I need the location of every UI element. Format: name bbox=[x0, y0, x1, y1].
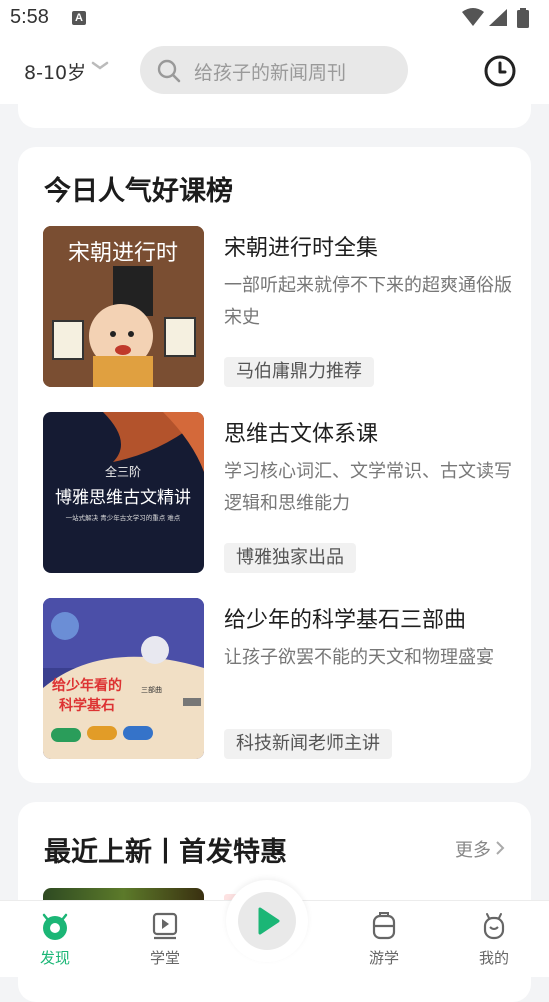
chevron-right-icon bbox=[495, 840, 505, 861]
notification-icon: A bbox=[72, 11, 86, 25]
tab-label: 学堂 bbox=[149, 949, 180, 967]
course-cover: 全三阶 博雅思维古文精讲 一站式解决 青少年古文学习的重点 难点 bbox=[43, 412, 204, 573]
search-icon bbox=[156, 58, 182, 88]
section-title: 今日人气好课榜 bbox=[44, 176, 233, 207]
course-title: 宋朝进行时全集 bbox=[224, 236, 379, 261]
status-bar: 5:58 A bbox=[0, 0, 549, 36]
course-tag: 博雅独家出品 bbox=[224, 543, 356, 573]
cover-title: 博雅思维古文精讲 bbox=[55, 488, 191, 508]
tab-label: 我的 bbox=[478, 949, 509, 967]
course-tag: 马伯庸鼎力推荐 bbox=[224, 357, 374, 387]
course-description: 让孩子欲罢不能的天文和物理盛宴 bbox=[224, 647, 494, 668]
play-button[interactable] bbox=[238, 892, 296, 950]
status-icons bbox=[461, 7, 541, 29]
status-time: 5:58 bbox=[10, 6, 49, 28]
course-description: 学习核心词汇、文学常识、古文读写逻辑和思维能力 bbox=[224, 461, 512, 514]
history-icon[interactable] bbox=[483, 54, 517, 92]
cover-title-line2: 科学基石 bbox=[59, 697, 115, 714]
backpack-icon bbox=[372, 912, 396, 940]
tab-study-tour[interactable]: 游学 bbox=[349, 911, 419, 968]
age-filter-label: 8-10岁 bbox=[24, 62, 87, 84]
tab-school[interactable]: 学堂 bbox=[130, 911, 200, 968]
search-input[interactable]: 给孩子的新闻周刊 bbox=[140, 46, 408, 94]
top-header: 8-10岁 给孩子的新闻周刊 bbox=[0, 36, 549, 104]
cover-title: 宋朝进行时 bbox=[68, 241, 178, 266]
tab-label: 发现 bbox=[39, 949, 70, 967]
previous-card bbox=[18, 100, 531, 128]
wifi-signal-battery-icon bbox=[462, 8, 529, 28]
search-placeholder: 给孩子的新闻周刊 bbox=[194, 62, 347, 84]
chevron-down-icon bbox=[90, 56, 110, 81]
popular-courses-card: 今日人气好课榜 宋朝进行时 宋朝进行时全集 一部听起来就停不下来的超爽通俗版宋史… bbox=[18, 147, 531, 783]
section-title: 最近上新丨首发特惠 bbox=[44, 837, 287, 868]
tab-label: 游学 bbox=[368, 949, 399, 967]
course-cover: 给少年看的 科学基石 三部曲 bbox=[43, 598, 204, 759]
tab-me[interactable]: 我的 bbox=[459, 911, 529, 968]
tab-discover[interactable]: 发现 bbox=[20, 911, 90, 968]
more-link[interactable]: 更多 bbox=[455, 836, 505, 862]
more-label: 更多 bbox=[455, 840, 491, 861]
cover-badge: 全三阶 bbox=[105, 464, 141, 479]
course-title: 给少年的科学基石三部曲 bbox=[224, 608, 467, 633]
cover-subtitle: 一站式解决 青少年古文学习的重点 难点 bbox=[66, 513, 181, 522]
course-description: 一部听起来就停不下来的超爽通俗版宋史 bbox=[224, 275, 512, 328]
course-item[interactable]: 全三阶 博雅思维古文精讲 一站式解决 青少年古文学习的重点 难点 思维古文体系课… bbox=[43, 412, 513, 574]
robot-profile-icon bbox=[483, 913, 505, 940]
play-button-container bbox=[226, 880, 308, 962]
cover-title-line1: 给少年看的 bbox=[52, 677, 122, 694]
age-filter[interactable]: 8-10岁 bbox=[24, 58, 109, 85]
discover-icon bbox=[42, 913, 68, 940]
course-item[interactable]: 给少年看的 科学基石 三部曲 给少年的科学基石三部曲 让孩子欲罢不能的天文和物理… bbox=[43, 598, 513, 760]
video-book-icon bbox=[152, 912, 178, 940]
course-tag: 科技新闻老师主讲 bbox=[224, 729, 392, 759]
play-icon bbox=[258, 907, 280, 935]
course-title: 思维古文体系课 bbox=[224, 422, 379, 447]
course-cover: 宋朝进行时 bbox=[43, 226, 204, 387]
cover-badge: 三部曲 bbox=[141, 685, 162, 694]
course-item[interactable]: 宋朝进行时 宋朝进行时全集 一部听起来就停不下来的超爽通俗版宋史 马伯庸鼎力推荐 bbox=[43, 226, 513, 388]
